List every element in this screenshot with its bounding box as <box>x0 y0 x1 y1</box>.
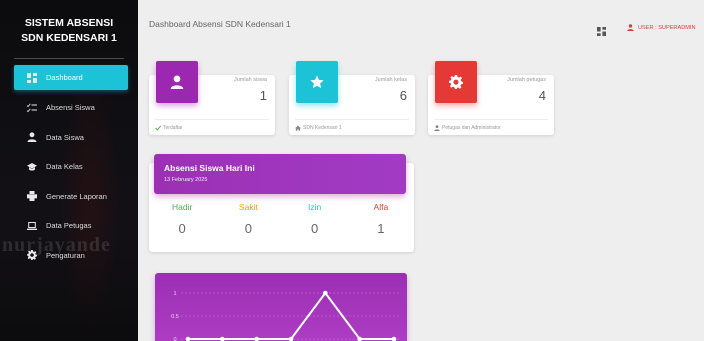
stat-footer-text: SDN Kedensari 1 <box>303 125 342 131</box>
attendance-hadir: Hadir 0 <box>149 202 215 236</box>
chart-point <box>220 336 225 341</box>
brand-line-1: SISTEM ABSENSI <box>24 17 114 29</box>
attendance-card-header: Absensi Siswa Hari Ini 13 February 2025 <box>154 154 406 194</box>
person-icon <box>26 131 38 143</box>
sidebar-item-pengaturan[interactable]: Pengaturan <box>0 241 138 271</box>
page-title: Dashboard Absensi SDN Kedensari 1 <box>149 19 291 29</box>
sidebar-item-label: Pengaturan <box>46 250 85 260</box>
chart-y-tick-label: 1 <box>173 291 176 297</box>
attendance-date: 13 February 2025 <box>164 177 208 183</box>
laptop-icon <box>26 220 38 232</box>
attendance-today-card: Absensi Siswa Hari Ini 13 February 2025 … <box>149 154 414 252</box>
sidebar: nurjayande SISTEM ABSENSI SDN KEDENSARI … <box>0 0 138 341</box>
user-menu-link[interactable]: USER : SUPERADMIN <box>627 24 696 31</box>
printer-icon <box>26 190 38 202</box>
attendance-col-name: Hadir <box>171 202 193 212</box>
attendance-col-name: Alfa <box>373 202 389 212</box>
person-icon <box>156 61 198 103</box>
sidebar-item-label: Generate Laporan <box>46 191 107 201</box>
stat-footer-text: Petugas dan Administrator <box>442 125 501 131</box>
check-icon <box>155 125 161 131</box>
sidebar-item-label: Data Petugas <box>46 221 92 231</box>
home-icon <box>295 125 301 131</box>
brand-divider <box>14 58 124 59</box>
attendance-col-name: Sakit <box>238 202 258 212</box>
stat-card-petugas: Jumlah petugas 4 Petugas dan Administrat… <box>428 61 554 135</box>
stat-label: Jumlah kelas <box>374 77 407 83</box>
stat-value: 6 <box>399 88 407 103</box>
attendance-chart-card: 1 0.5 0 <box>155 273 407 341</box>
sidebar-item-dashboard[interactable]: Dashboard <box>14 65 128 90</box>
attendance-line-chart: 10.50 <box>171 290 401 341</box>
gear-icon <box>26 249 38 261</box>
chart-point <box>391 336 397 341</box>
sidebar-item-data-petugas[interactable]: Data Petugas <box>0 211 138 241</box>
stat-label: Jumlah siswa <box>233 77 267 83</box>
dashboard-icon[interactable] <box>597 23 606 36</box>
attendance-title: Absensi Siswa Hari Ini <box>164 163 255 173</box>
person-icon <box>627 24 634 31</box>
chart-y-tick-label: 0.5 <box>171 314 179 320</box>
app-brand: SISTEM ABSENSI SDN KEDENSARI 1 <box>0 16 138 46</box>
attendance-izin: Izin 0 <box>282 202 348 236</box>
sidebar-item-label: Data Kelas <box>46 162 83 172</box>
stat-value: 4 <box>538 88 546 103</box>
dashboard-icon <box>26 72 38 84</box>
person-icon <box>434 125 440 131</box>
stat-footer: SDN Kedensari 1 <box>295 119 409 131</box>
gear-icon <box>435 61 477 103</box>
user-label: USER : SUPERADMIN <box>638 24 696 31</box>
attendance-sakit: Sakit 0 <box>215 202 281 236</box>
sidebar-nav: Dashboard Absensi Siswa Data Siswa Data … <box>0 64 138 270</box>
chart-point <box>185 336 191 341</box>
star-icon <box>296 61 338 103</box>
chart-point <box>323 290 328 296</box>
sidebar-item-data-siswa[interactable]: Data Siswa <box>0 123 138 153</box>
stat-value: 1 <box>259 88 267 103</box>
attendance-col-name: Izin <box>308 202 322 212</box>
sidebar-item-label: Absensi Siswa <box>46 103 95 113</box>
attendance-col-value: 0 <box>178 221 186 236</box>
attendance-summary: Hadir 0 Sakit 0 Izin 0 Alfa 1 <box>149 202 414 236</box>
attendance-alfa: Alfa 1 <box>348 202 414 236</box>
sidebar-item-label: Data Siswa <box>46 132 84 142</box>
chart-point <box>254 336 259 341</box>
sidebar-item-absensi-siswa[interactable]: Absensi Siswa <box>0 93 138 123</box>
attendance-col-value: 0 <box>311 221 319 236</box>
stat-card-kelas: Jumlah kelas 6 SDN Kedensari 1 <box>289 61 415 135</box>
graduation-cap-icon <box>26 161 38 173</box>
attendance-col-value: 1 <box>377 221 385 236</box>
attendance-col-value: 0 <box>244 221 252 236</box>
chart-y-tick-label: 0 <box>173 337 176 341</box>
stat-footer: Terdaftar <box>155 119 269 131</box>
brand-line-2: SDN KEDENSARI 1 <box>21 32 117 44</box>
sidebar-item-label: Dashboard <box>46 73 83 82</box>
checklist-icon <box>26 102 38 114</box>
sidebar-item-data-kelas[interactable]: Data Kelas <box>0 152 138 182</box>
stat-card-siswa: Jumlah siswa 1 Terdaftar <box>149 61 275 135</box>
stat-footer-text: Terdaftar <box>163 125 183 131</box>
stat-label: Jumlah petugas <box>507 77 546 83</box>
sidebar-item-generate-laporan[interactable]: Generate Laporan <box>0 182 138 212</box>
stat-footer: Petugas dan Administrator <box>434 119 548 131</box>
